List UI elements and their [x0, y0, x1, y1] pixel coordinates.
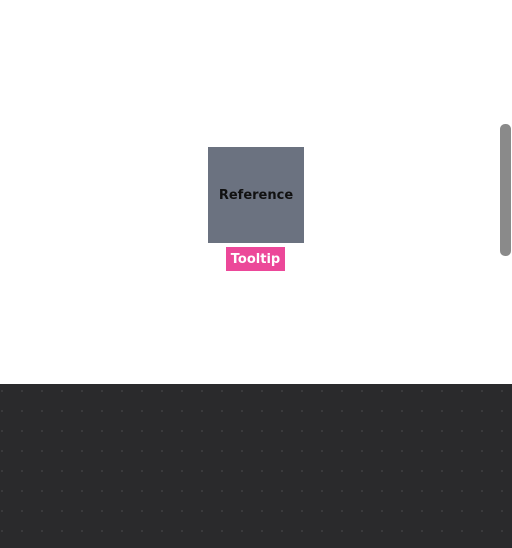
scrollbar-thumb[interactable] — [500, 124, 511, 256]
preview-canvas: Reference Tooltip — [0, 0, 512, 384]
tooltip: Tooltip — [226, 247, 285, 271]
bottom-panel — [0, 384, 512, 548]
reference-box[interactable]: Reference — [208, 147, 304, 243]
reference-label: Reference — [218, 187, 294, 203]
tooltip-label: Tooltip — [230, 251, 281, 267]
grid-pattern — [0, 384, 512, 548]
